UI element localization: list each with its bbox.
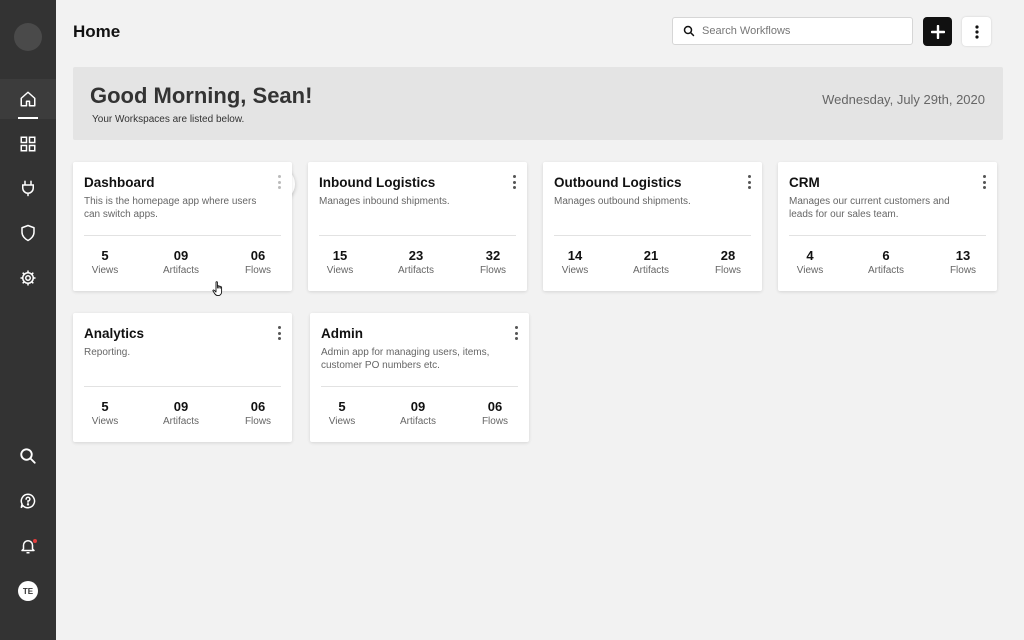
sidebar-item-integrations[interactable] — [0, 168, 56, 208]
card-divider — [554, 235, 751, 236]
card-menu-button[interactable] — [744, 174, 754, 190]
card-title: Outbound Logistics — [554, 175, 682, 190]
stat-artifacts: 6 Artifacts — [867, 248, 905, 276]
shield-icon — [21, 224, 35, 242]
workspace-card-crm[interactable]: CRM Manages our current customers and le… — [778, 162, 997, 291]
avatar[interactable]: TE — [18, 581, 38, 601]
workspace-card-admin[interactable]: Admin Admin app for managing users, item… — [310, 313, 529, 442]
card-description: Admin app for managing users, items, cus… — [321, 347, 490, 371]
home-icon — [20, 91, 36, 107]
sidebar: TE — [0, 0, 56, 640]
workspace-card-analytics[interactable]: Analytics Reporting. 5 Views 09 Artifacts … — [73, 313, 292, 442]
stat-views: 5 Views — [91, 248, 119, 276]
sidebar-item-security[interactable] — [0, 213, 56, 253]
active-indicator — [18, 117, 38, 119]
stat-flows: 06 Flows — [481, 399, 509, 427]
card-title: Dashboard — [84, 175, 155, 190]
card-title: CRM — [789, 175, 820, 190]
card-divider — [319, 235, 516, 236]
workspace-card-inbound-logistics[interactable]: Inbound Logistics Manages inbound shipme… — [308, 162, 527, 291]
card-menu-button[interactable] — [979, 174, 989, 190]
workspace-card-outbound-logistics[interactable]: Outbound Logistics Manages outbound ship… — [543, 162, 762, 291]
welcome-banner: Good Morning, Sean! Your Workspaces are … — [73, 67, 1003, 140]
sidebar-item-settings[interactable] — [0, 258, 56, 298]
sidebar-item-apps[interactable] — [0, 124, 56, 164]
stat-artifacts: 21 Artifacts — [632, 248, 670, 276]
card-description: Manages our current customers and leads … — [789, 196, 950, 220]
search-box[interactable] — [672, 17, 913, 45]
plug-icon — [22, 180, 34, 197]
greeting: Good Morning, Sean! — [90, 83, 313, 108]
kebab-menu-icon — [974, 24, 979, 39]
stat-flows: 28 Flows — [714, 248, 742, 276]
banner-subtitle: Your Workspaces are listed below. — [92, 114, 245, 125]
notification-badge — [33, 539, 37, 543]
stat-artifacts: 23 Artifacts — [397, 248, 435, 276]
card-menu-button[interactable] — [274, 325, 284, 341]
apps-grid-icon — [20, 136, 36, 152]
card-menu-button[interactable] — [261, 167, 295, 201]
card-title: Inbound Logistics — [319, 175, 436, 190]
card-title: Analytics — [84, 326, 145, 341]
card-divider — [321, 386, 518, 387]
current-date: Wednesday, July 29th, 2020 — [822, 92, 985, 107]
plus-icon — [930, 24, 945, 39]
card-menu-button[interactable] — [511, 325, 521, 341]
stat-views: 14 Views — [561, 248, 589, 276]
gear-icon — [20, 270, 36, 286]
workspace-card-dashboard[interactable]: Dashboard This is the homepage app where… — [73, 162, 295, 291]
card-divider — [84, 235, 281, 236]
help-icon — [20, 493, 36, 509]
stat-flows: 06 Flows — [244, 399, 272, 427]
search-icon — [20, 448, 36, 464]
card-description: Manages inbound shipments. — [319, 196, 450, 207]
card-description: Reporting. — [84, 347, 131, 358]
card-menu-button[interactable] — [509, 174, 519, 190]
stat-artifacts: 09 Artifacts — [162, 248, 200, 276]
stat-views: 4 Views — [796, 248, 824, 276]
card-title: Admin — [321, 326, 363, 341]
logo[interactable] — [14, 23, 42, 51]
card-divider — [789, 235, 986, 236]
sidebar-item-search[interactable] — [0, 436, 56, 476]
stat-flows: 13 Flows — [949, 248, 977, 276]
stat-views: 15 Views — [326, 248, 354, 276]
add-workspace-button[interactable] — [923, 17, 952, 46]
more-options-button[interactable] — [962, 17, 991, 46]
stat-artifacts: 09 Artifacts — [399, 399, 437, 427]
hand-cursor-icon — [212, 281, 223, 297]
stat-views: 5 Views — [328, 399, 356, 427]
card-description: This is the homepage app where users can… — [84, 196, 257, 220]
stat-views: 5 Views — [91, 399, 119, 427]
sidebar-item-home[interactable] — [0, 79, 56, 119]
card-description: Manages outbound shipments. — [554, 196, 691, 207]
sidebar-item-help[interactable] — [0, 481, 56, 521]
search-input[interactable] — [702, 25, 892, 37]
stat-flows: 06 Flows — [244, 248, 272, 276]
page-title: Home — [73, 22, 121, 41]
card-divider — [84, 386, 281, 387]
stat-flows: 32 Flows — [479, 248, 507, 276]
sidebar-item-notifications[interactable] — [0, 526, 56, 566]
search-icon — [683, 25, 695, 37]
stat-artifacts: 09 Artifacts — [162, 399, 200, 427]
